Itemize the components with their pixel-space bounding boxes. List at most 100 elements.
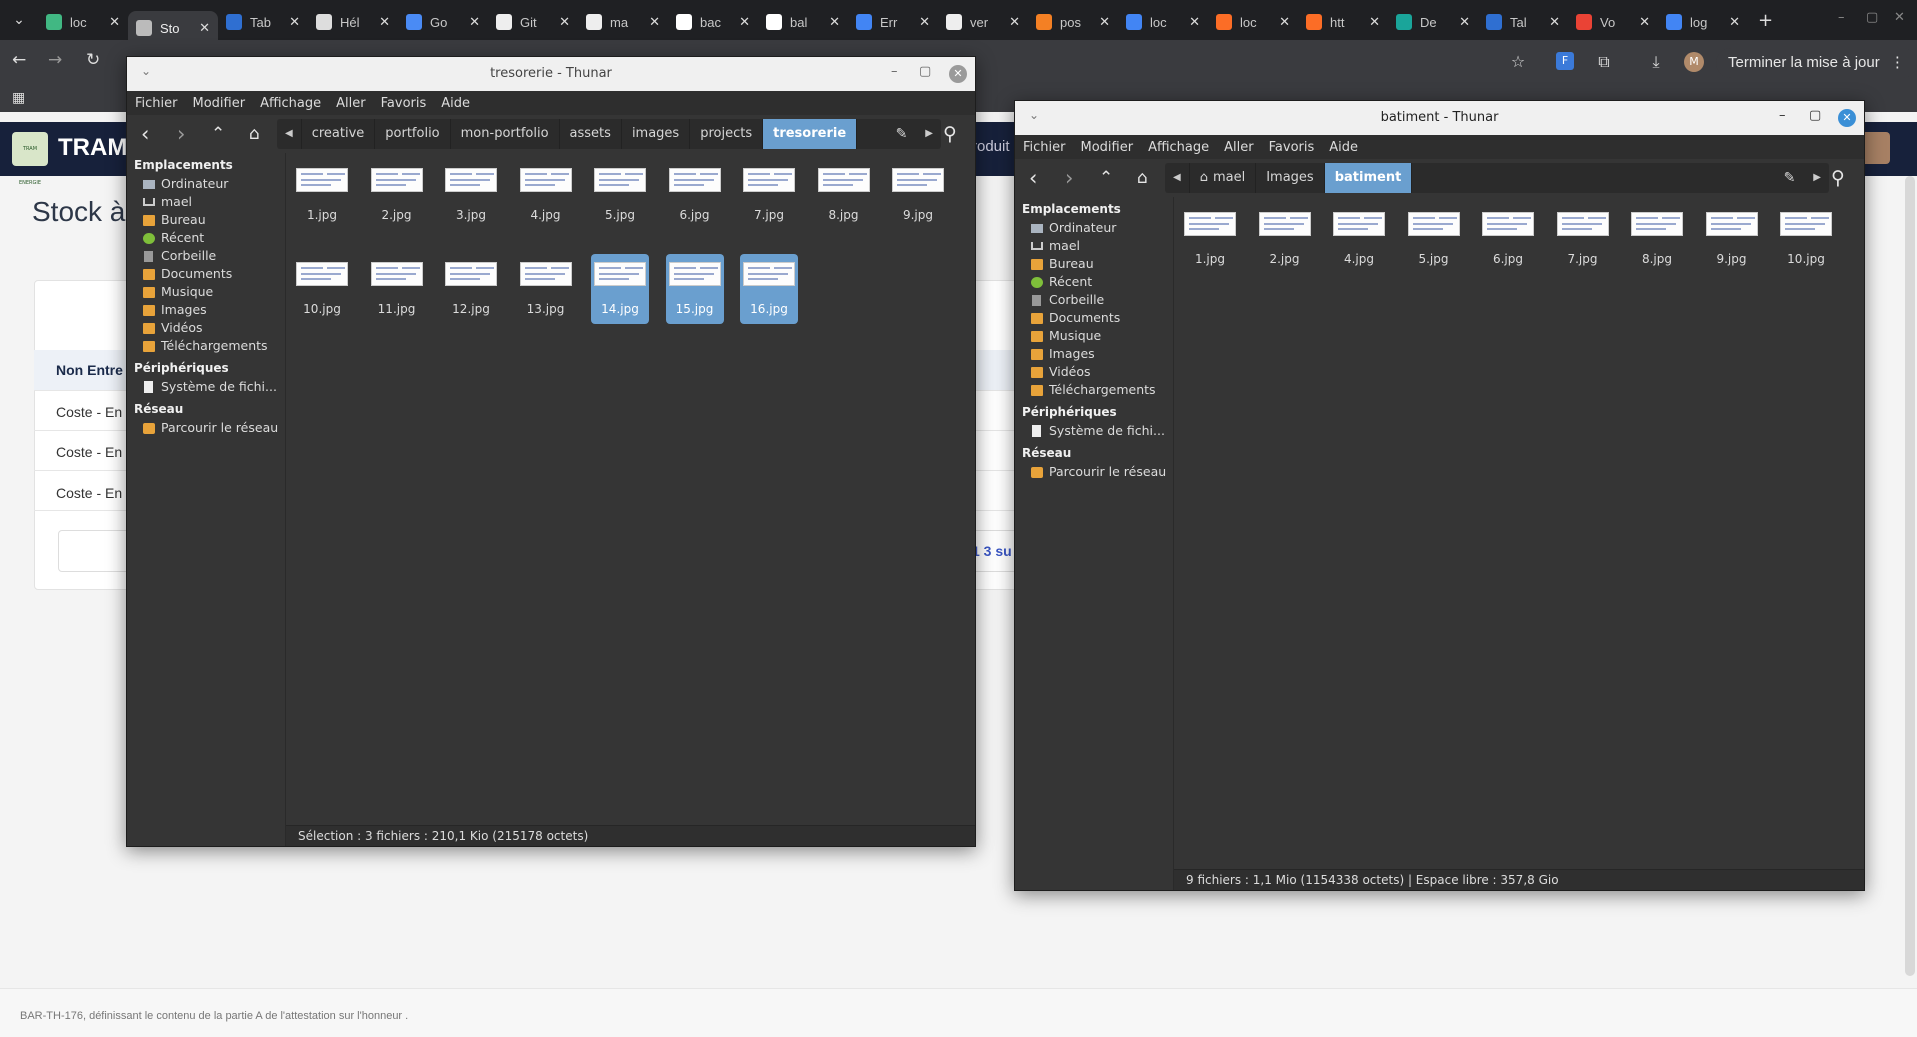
file-item[interactable]: 10.jpg	[293, 254, 351, 324]
edit-location-pencil-icon[interactable]: ✎	[886, 119, 918, 149]
file-item[interactable]: 1.jpg	[293, 160, 351, 230]
browser-tab[interactable]: De ✕	[1388, 7, 1478, 37]
page-scrollbar[interactable]	[1905, 176, 1915, 976]
tab-close-icon[interactable]: ✕	[1189, 14, 1200, 30]
sidebar-item[interactable]: Vidéos	[127, 319, 285, 337]
file-item[interactable]: 5.jpg	[1405, 204, 1463, 274]
browser-tab[interactable]: ver ✕	[938, 7, 1028, 37]
profile-avatar[interactable]: M	[1684, 52, 1704, 72]
menu-aide[interactable]: Aide	[441, 96, 470, 111]
search-icon[interactable]: ⚲	[943, 122, 957, 146]
breadcrumb-item[interactable]: mon-portfolio	[451, 119, 560, 149]
browser-tab[interactable]: log ✕	[1658, 7, 1748, 37]
sidebar-item[interactable]: Système de fichi...	[127, 378, 285, 396]
home-icon[interactable]: ⌂	[1137, 166, 1148, 190]
minimize-icon[interactable]: –	[1779, 108, 1786, 123]
browser-tab[interactable]: loc ✕	[38, 7, 128, 37]
forward-icon[interactable]: ›	[177, 122, 185, 146]
menu-favoris[interactable]: Favoris	[1269, 140, 1315, 155]
sidebar-item[interactable]: Documents	[127, 265, 285, 283]
back-icon[interactable]: ‹	[141, 122, 149, 146]
tab-close-icon[interactable]: ✕	[199, 20, 210, 36]
file-item[interactable]: 2.jpg	[1256, 204, 1314, 274]
sidebar-item[interactable]: Vidéos	[1015, 363, 1173, 381]
file-item[interactable]: 16.jpg	[740, 254, 798, 324]
breadcrumb-current[interactable]: batiment	[1324, 163, 1413, 193]
browser-tab[interactable]: Go ✕	[398, 7, 488, 37]
file-item[interactable]: 5.jpg	[591, 160, 649, 230]
sidebar-item[interactable]: Images	[1015, 345, 1173, 363]
site-logo[interactable]: TRAM ENERGIE	[12, 132, 48, 186]
breadcrumb-scroll-left-icon[interactable]: ◀	[1165, 163, 1190, 193]
search-icon[interactable]: ⚲	[1831, 166, 1845, 190]
browser-tab[interactable]: Err ✕	[848, 7, 938, 37]
sidebar-item[interactable]: Bureau	[127, 211, 285, 229]
browser-tab[interactable]: Hél ✕	[308, 7, 398, 37]
menu-modifier[interactable]: Modifier	[1081, 140, 1134, 155]
sidebar-item[interactable]: Ordinateur	[127, 175, 285, 193]
download-icon[interactable]: ⤓	[1646, 52, 1666, 72]
breadcrumb-scroll-left-icon[interactable]: ◀	[277, 119, 302, 149]
tab-close-icon[interactable]: ✕	[379, 14, 390, 30]
sidebar-item[interactable]: Téléchargements	[1015, 381, 1173, 399]
menu-favoris[interactable]: Favoris	[381, 96, 427, 111]
browser-tab[interactable]: loc ✕	[1118, 7, 1208, 37]
browser-tab[interactable]: loc ✕	[1208, 7, 1298, 37]
sidebar-item[interactable]: Documents	[1015, 309, 1173, 327]
tab-close-icon[interactable]: ✕	[1639, 14, 1650, 30]
file-item[interactable]: 13.jpg	[517, 254, 575, 324]
sidebar-item[interactable]: Parcourir le réseau	[127, 419, 285, 437]
file-item[interactable]: 7.jpg	[740, 160, 798, 230]
menu-aller[interactable]: Aller	[1224, 140, 1253, 155]
tab-close-icon[interactable]: ✕	[649, 14, 660, 30]
new-tab-plus-icon[interactable]: +	[1758, 10, 1773, 31]
site-nav-link[interactable]: roduit	[972, 138, 1010, 155]
bookmark-star-icon[interactable]: ☆	[1508, 52, 1528, 72]
breadcrumb-scroll-right-icon[interactable]: ▶	[1805, 163, 1829, 193]
window-titlebar[interactable]: ⌄ tresorerie - Thunar – ▢ ✕	[127, 57, 975, 91]
menu-fichier[interactable]: Fichier	[135, 96, 178, 111]
minimize-window-icon[interactable]: –	[1838, 10, 1845, 25]
tab-close-icon[interactable]: ✕	[1369, 14, 1380, 30]
file-manager-window-tresorerie[interactable]: ⌄ tresorerie - Thunar – ▢ ✕ Fichier Modi…	[126, 56, 976, 847]
menu-affichage[interactable]: Affichage	[1148, 140, 1209, 155]
close-icon[interactable]: ✕	[1838, 109, 1856, 127]
file-item[interactable]: 14.jpg	[591, 254, 649, 324]
browser-tab[interactable]: Git ✕	[488, 7, 578, 37]
tab-close-icon[interactable]: ✕	[1279, 14, 1290, 30]
maximize-window-icon[interactable]: ▢	[1866, 10, 1878, 25]
browser-tab[interactable]: Tab ✕	[218, 7, 308, 37]
apps-grid-icon[interactable]: ▦	[12, 90, 25, 106]
menu-aller[interactable]: Aller	[336, 96, 365, 111]
sidebar-item[interactable]: mael	[1015, 237, 1173, 255]
back-arrow-icon[interactable]: ←	[12, 50, 26, 70]
sidebar-item[interactable]: mael	[127, 193, 285, 211]
forward-arrow-icon[interactable]: →	[48, 50, 62, 70]
sidebar-item[interactable]: Bureau	[1015, 255, 1173, 273]
browser-tab[interactable]: bac ✕	[668, 7, 758, 37]
tab-close-icon[interactable]: ✕	[1549, 14, 1560, 30]
sidebar-item[interactable]: Ordinateur	[1015, 219, 1173, 237]
sidebar-item[interactable]: Images	[127, 301, 285, 319]
maximize-icon[interactable]: ▢	[1809, 108, 1821, 123]
forward-icon[interactable]: ›	[1065, 166, 1073, 190]
file-item[interactable]: 2.jpg	[368, 160, 426, 230]
sidebar-item[interactable]: Récent	[127, 229, 285, 247]
menu-aide[interactable]: Aide	[1329, 140, 1358, 155]
edit-location-pencil-icon[interactable]: ✎	[1774, 163, 1806, 193]
tab-search-chevron-icon[interactable]: ⌄	[0, 0, 38, 40]
file-item[interactable]: 8.jpg	[815, 160, 873, 230]
file-item[interactable]: 4.jpg	[1330, 204, 1388, 274]
sidebar-item[interactable]: Corbeille	[1015, 291, 1173, 309]
parent-folder-icon[interactable]: ⌃	[211, 122, 225, 146]
breadcrumb-current[interactable]: tresorerie	[763, 119, 858, 149]
sidebar-item[interactable]: Corbeille	[127, 247, 285, 265]
menu-affichage[interactable]: Affichage	[260, 96, 321, 111]
browser-tab[interactable]: Vo ✕	[1568, 7, 1658, 37]
close-icon[interactable]: ✕	[949, 65, 967, 83]
file-item[interactable]: 9.jpg	[889, 160, 947, 230]
file-item[interactable]: 10.jpg	[1777, 204, 1835, 274]
breadcrumb-item[interactable]: projects	[690, 119, 764, 149]
browser-tab[interactable]: htt ✕	[1298, 7, 1388, 37]
file-item[interactable]: 11.jpg	[368, 254, 426, 324]
